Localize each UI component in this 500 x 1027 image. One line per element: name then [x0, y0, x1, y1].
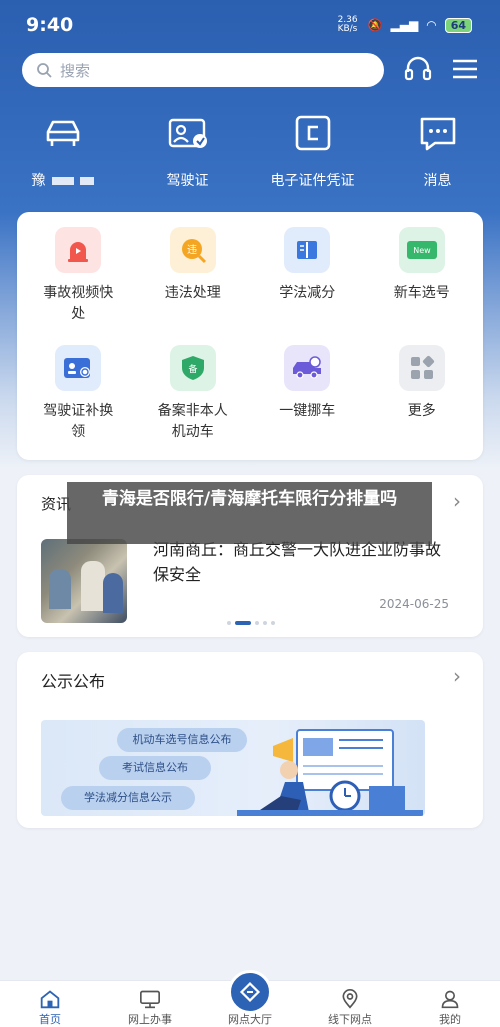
service-label: 事故视频快处	[43, 285, 114, 322]
status-time: 9:40	[26, 14, 74, 36]
quick-item-license[interactable]: 驾驶证	[128, 110, 248, 200]
service-label: 新车选号	[393, 285, 450, 301]
battery-icon: 64	[444, 17, 472, 33]
service-license-replace[interactable]: 驾驶证补换领	[21, 342, 136, 454]
plate-mask	[79, 177, 94, 185]
services-grid: 事故视频快处 违 违法处理 学法减分 New 新车选号 驾驶证补换领 备 备案非…	[17, 212, 483, 454]
svg-text:违: 违	[187, 244, 197, 256]
menu-icon[interactable]	[450, 54, 480, 84]
news-headline[interactable]: 河南商丘：商丘交警一大队进企业防事故保安全	[153, 537, 453, 587]
plate-mask	[51, 177, 74, 185]
service-label: 学法减分	[279, 285, 336, 301]
e-certificate-icon	[295, 115, 330, 151]
book-icon	[284, 227, 331, 273]
violation-icon: 违	[169, 227, 216, 273]
wifi-icon: ◠	[426, 18, 437, 32]
tab-home[interactable]: 首页	[10, 981, 90, 1027]
service-label: 违法处理	[164, 285, 221, 301]
status-bar: 9:40 2.36 KB/s 🔕 ▂▄▆ ◠ 64	[0, 0, 500, 50]
status-icons: 2.36 KB/s 🔕 ▂▄▆ ◠ 64	[338, 16, 472, 34]
notice-illustration	[237, 729, 423, 816]
tab-label: 首页	[39, 1013, 61, 1026]
notice-section-title: 公示公布	[41, 672, 106, 691]
service-label: 备案非本人机动车	[157, 403, 228, 440]
quick-item-e-certificate[interactable]: 电子证件凭证	[253, 110, 373, 200]
home-icon	[40, 990, 60, 1009]
search-input[interactable]: 搜索	[22, 53, 384, 87]
tab-label: 线下网点	[328, 1013, 372, 1026]
more-icon	[398, 345, 445, 391]
quick-label: 消息	[423, 173, 452, 189]
quick-label: 电子证件凭证	[270, 173, 355, 189]
location-icon	[342, 989, 358, 1009]
service-study-law[interactable]: 学法减分	[250, 224, 365, 336]
tab-label: 我的	[439, 1013, 461, 1026]
chevron-right-icon[interactable]: ›	[453, 664, 461, 688]
tab-online-service[interactable]: 网上办事	[110, 981, 190, 1027]
service-more[interactable]: 更多	[365, 342, 480, 454]
hall-icon	[239, 981, 261, 1003]
service-accident-video[interactable]: 事故视频快处	[21, 224, 136, 336]
carousel-dots	[227, 621, 275, 625]
overlay-caption: 青海是否限行/青海摩托车限行分排量吗	[67, 482, 432, 544]
new-plate-icon: New	[398, 227, 445, 273]
notice-pill[interactable]: 考试信息公布	[99, 756, 211, 780]
signal-icon: ▂▄▆	[390, 18, 419, 32]
quick-item-message[interactable]: 消息	[378, 110, 498, 200]
hall-center-button[interactable]	[228, 970, 272, 1014]
notice-pill[interactable]: 学法减分信息公示	[61, 786, 195, 810]
license-icon	[168, 118, 207, 148]
notice-pill[interactable]: 机动车选号信息公布	[117, 728, 247, 752]
services-card: 事故视频快处 违 违法处理 学法减分 New 新车选号 驾驶证补换领 备 备案非…	[17, 212, 483, 460]
service-move-car[interactable]: 一键挪车	[250, 342, 365, 454]
search-icon	[37, 63, 52, 78]
quick-label: 豫	[32, 170, 94, 190]
user-icon	[441, 990, 459, 1009]
car-icon	[46, 120, 79, 146]
tab-offline-outlet[interactable]: 线下网点	[310, 981, 390, 1027]
news-thumbnail	[41, 539, 127, 623]
quick-label: 驾驶证	[166, 173, 209, 189]
notice-card[interactable]: 公示公布 › 机动车选号信息公布 考试信息公布 学法减分信息公示	[17, 652, 483, 828]
shield-icon: 备	[169, 345, 216, 391]
service-new-plate[interactable]: New 新车选号	[365, 224, 480, 336]
network-speed: 2.36 KB/s	[337, 15, 358, 34]
tab-mine[interactable]: 我的	[410, 981, 490, 1027]
search-row: 搜索	[22, 52, 482, 88]
quick-item-vehicle[interactable]: 豫	[3, 110, 123, 200]
quick-actions: 豫 驾驶证 电子证件凭证 消息	[0, 110, 500, 200]
license-replace-icon	[55, 345, 102, 391]
service-label: 一键挪车	[279, 403, 336, 419]
message-icon	[420, 117, 455, 151]
alarm-icon	[55, 227, 102, 273]
headset-icon[interactable]	[402, 54, 434, 86]
tab-label: 网上办事	[128, 1013, 172, 1026]
search-placeholder: 搜索	[60, 61, 91, 80]
news-date: 2024-06-25	[379, 597, 449, 611]
service-label: 驾驶证补换领	[43, 403, 114, 440]
mute-icon: 🔕	[367, 18, 383, 32]
svg-text:备: 备	[188, 363, 197, 375]
desktop-icon	[140, 990, 160, 1009]
notice-banner[interactable]: 机动车选号信息公布 考试信息公布 学法减分信息公示	[41, 720, 425, 816]
service-register-vehicle[interactable]: 备 备案非本人机动车	[136, 342, 251, 454]
service-violation[interactable]: 违 违法处理	[136, 224, 251, 336]
svg-text:New: New	[413, 246, 431, 255]
move-car-icon	[284, 345, 331, 391]
chevron-right-icon[interactable]: ›	[453, 489, 461, 513]
service-label: 更多	[407, 403, 436, 419]
